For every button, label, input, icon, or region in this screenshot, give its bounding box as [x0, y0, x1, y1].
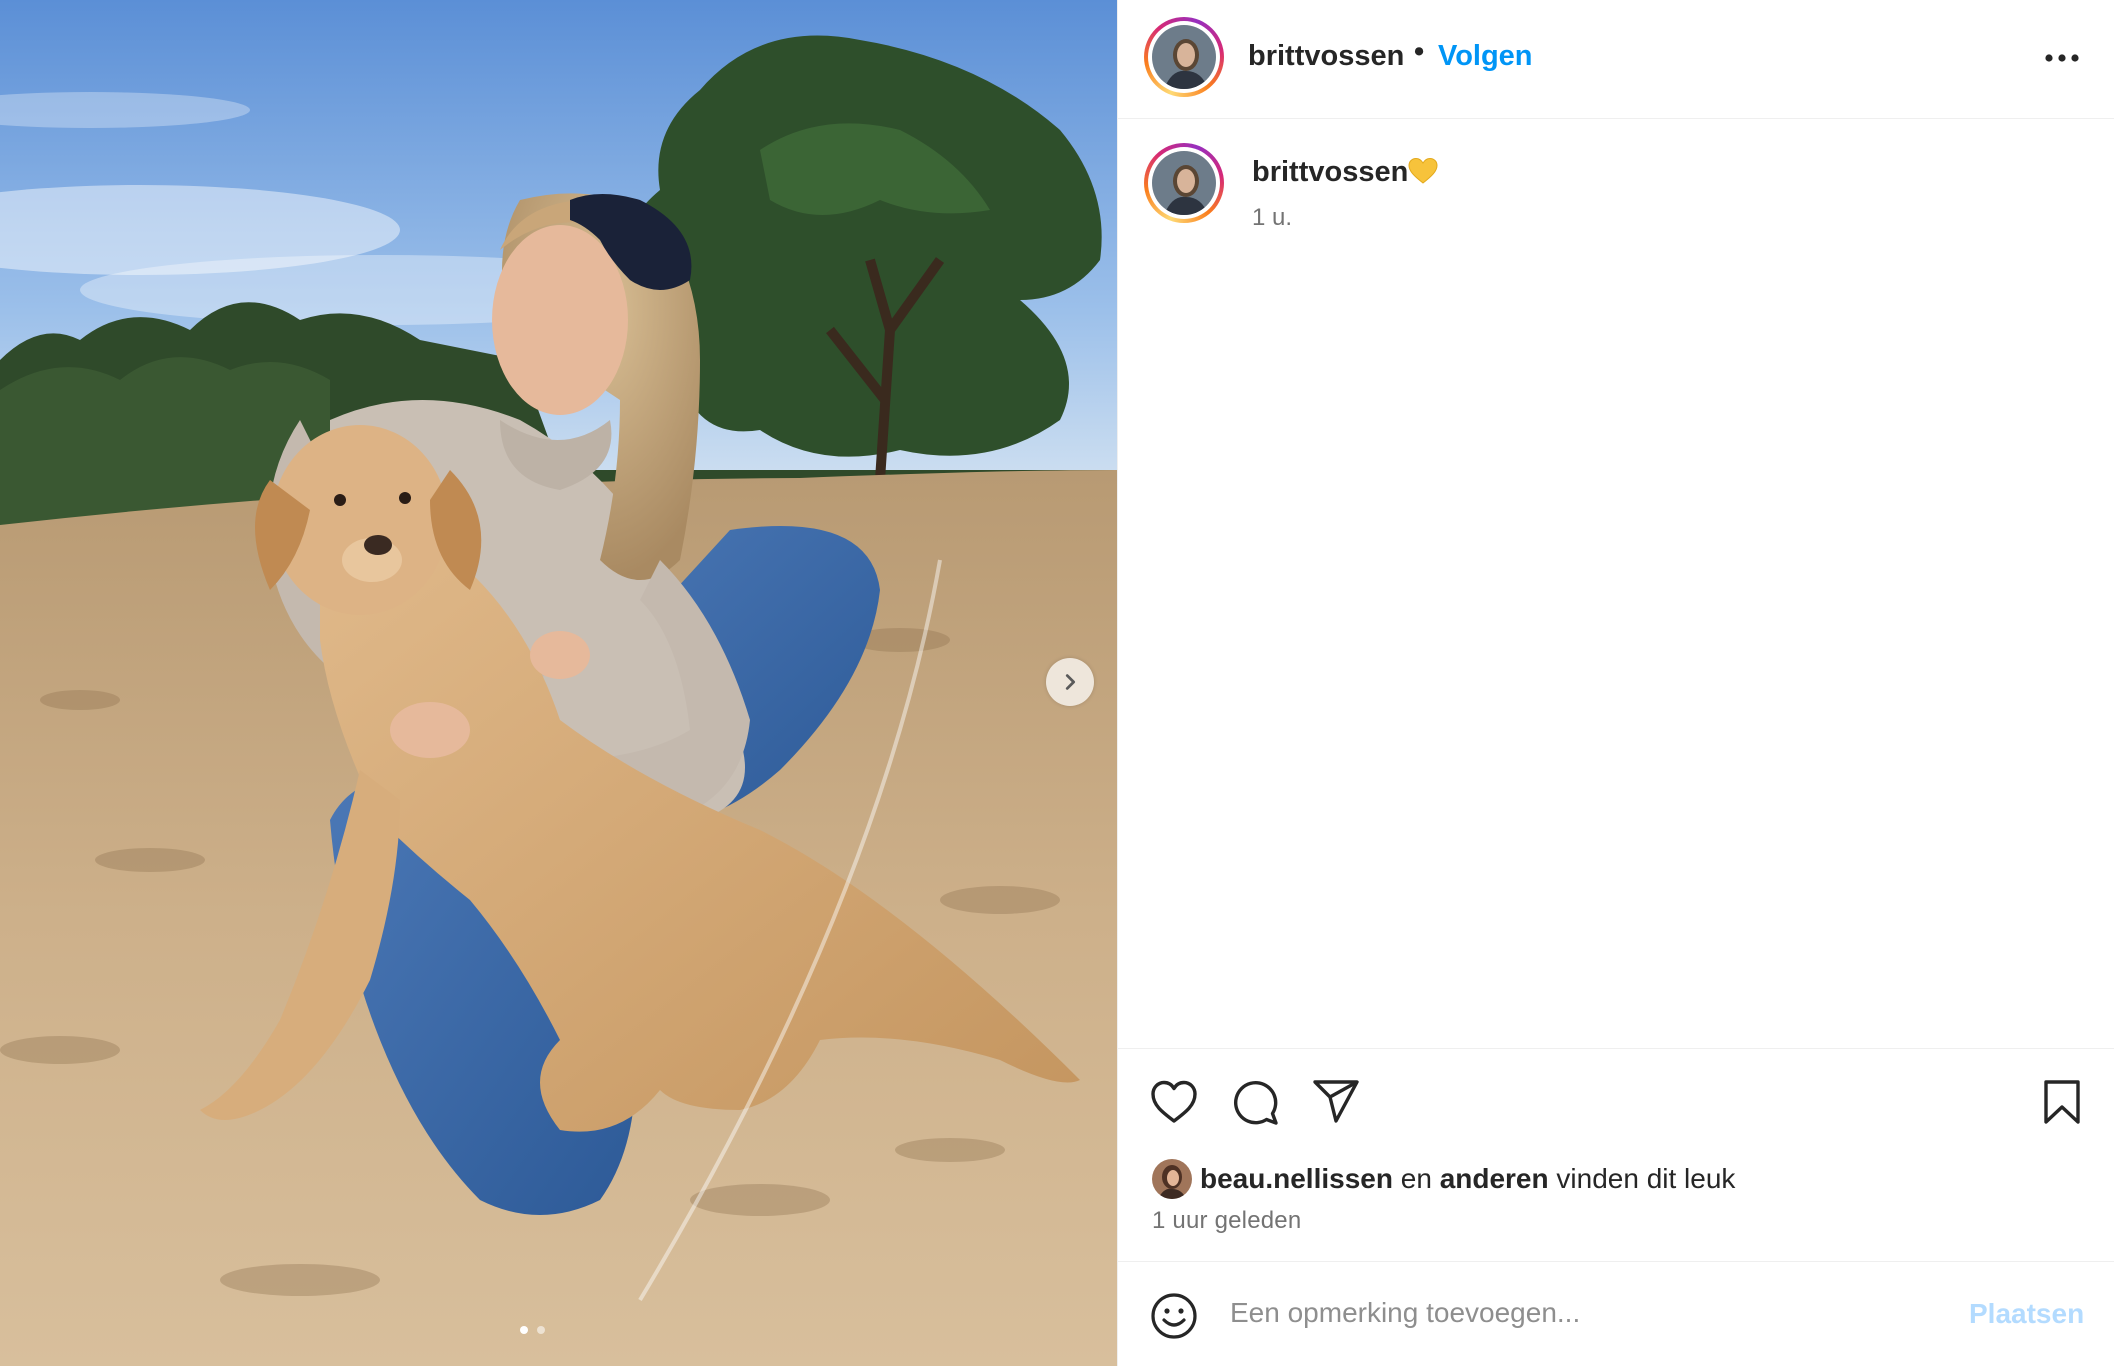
bookmark-button[interactable] — [2042, 1079, 2082, 1125]
share-button[interactable] — [1312, 1079, 1360, 1125]
comment-icon — [1234, 1081, 1278, 1125]
more-options-button[interactable] — [2038, 44, 2086, 72]
heart-icon — [1151, 1080, 1197, 1123]
carousel-indicator — [520, 1326, 545, 1334]
emoji-button[interactable] — [1150, 1292, 1198, 1345]
likes-others-link[interactable]: anderen — [1440, 1163, 1549, 1195]
bookmark-icon — [2044, 1080, 2080, 1124]
comment-button[interactable] — [1232, 1079, 1280, 1127]
post-actions: beau.nellissen en anderen vinden dit leu… — [1118, 1048, 2114, 1261]
liker-username[interactable]: beau.nellissen — [1200, 1163, 1393, 1195]
header-separator: • — [1414, 36, 1425, 68]
post-comment-button[interactable]: Plaatsen — [1969, 1298, 2084, 1330]
chevron-right-icon — [1065, 674, 1076, 690]
yellow-heart-icon — [1408, 157, 1438, 190]
share-icon — [1313, 1080, 1359, 1123]
likes-suffix: vinden dit leuk — [1556, 1163, 1736, 1194]
carousel-next-button[interactable] — [1046, 658, 1094, 706]
like-button[interactable] — [1150, 1079, 1198, 1125]
carousel-dot-active — [520, 1326, 528, 1334]
post-timestamp[interactable]: 1 uur geleden — [1152, 1207, 1301, 1235]
carousel-dot — [537, 1326, 545, 1334]
avatar — [1152, 25, 1216, 89]
liker-avatar[interactable] — [1152, 1159, 1192, 1199]
likes-summary: beau.nellissen en anderen vinden dit leu… — [1152, 1159, 1735, 1199]
photo-woman-with-dog — [0, 0, 1117, 1366]
post-sidebar: brittvossen • Volgen brittvossen 1 u. be… — [1117, 0, 2114, 1366]
caption-username[interactable]: brittvossen — [1252, 156, 1408, 189]
comment-form: Plaatsen — [1118, 1261, 2114, 1366]
post-image[interactable] — [0, 0, 1117, 1366]
more-options-icon — [2045, 54, 2079, 62]
follow-button[interactable]: Volgen — [1438, 40, 1533, 73]
header-username[interactable]: brittvossen — [1248, 40, 1404, 73]
comment-input[interactable] — [1230, 1288, 1920, 1338]
post-header: brittvossen • Volgen — [1118, 0, 2114, 119]
avatar — [1152, 151, 1216, 215]
caption-time: 1 u. — [1252, 204, 1293, 231]
story-ring-avatar[interactable] — [1144, 17, 1224, 97]
likes-connector: en — [1400, 1163, 1432, 1194]
caption-avatar[interactable] — [1144, 143, 1224, 223]
emoji-icon — [1151, 1293, 1197, 1339]
